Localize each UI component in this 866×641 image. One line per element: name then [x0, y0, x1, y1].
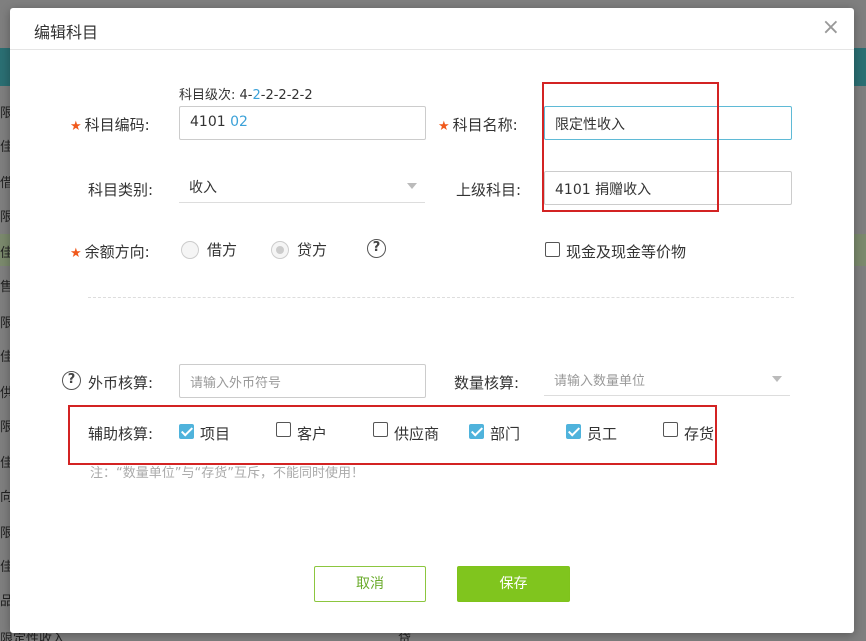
chevron-down-icon [407, 183, 417, 189]
direction-label-wrap: ★余额方向: [70, 241, 150, 262]
currency-label: 外币核算: [88, 372, 153, 393]
quantity-label: 数量核算: [454, 372, 519, 393]
close-icon[interactable]: × [822, 17, 840, 39]
currency-help-icon[interactable]: ? [62, 371, 81, 390]
dialog-title: 编辑科目 [34, 19, 98, 43]
radio-credit[interactable] [271, 241, 289, 259]
cash-equiv-label: 现金及现金等价物 [566, 241, 686, 262]
code-prefix: 4101 [190, 114, 226, 130]
category-select[interactable]: 收入 [179, 171, 425, 203]
parent-label: 上级科目: [456, 179, 521, 200]
radio-credit-label: 贷方 [297, 239, 327, 260]
radio-debit-label: 借方 [207, 239, 237, 260]
required-star-icon: ★ [70, 246, 82, 261]
direction-label: 余额方向: [85, 243, 150, 261]
highlight-box-aux [68, 405, 717, 465]
required-star-icon: ★ [438, 119, 450, 134]
code-level-hint: 科目级次: 4-2-2-2-2-2 [179, 84, 313, 103]
edit-account-dialog: 编辑科目 × 科目级次: 4-2-2-2-2-2 ★科目编码: 4101 02 … [10, 8, 854, 633]
code-level-hint-suffix: -2-2-2-2 [261, 88, 313, 103]
quantity-select[interactable]: 请输入数量单位 [544, 364, 790, 396]
cancel-button[interactable]: 取消 [314, 566, 426, 602]
highlight-box-name [542, 82, 719, 212]
radio-debit[interactable] [181, 241, 199, 259]
category-value: 收入 [189, 180, 217, 196]
category-label: 科目类别: [88, 179, 153, 200]
help-icon[interactable]: ? [367, 239, 386, 258]
chevron-down-icon [772, 376, 782, 382]
code-level-hint-current: 2 [252, 88, 260, 103]
name-label: 科目名称: [453, 116, 518, 134]
section-divider [88, 297, 794, 298]
code-level-hint-prefix: 科目级次: 4- [179, 88, 252, 103]
quantity-placeholder: 请输入数量单位 [554, 374, 645, 389]
code-suffix: 02 [230, 114, 248, 130]
required-star-icon: ★ [70, 119, 82, 134]
code-label-wrap: ★科目编码: [70, 114, 150, 135]
code-input[interactable]: 4101 02 [179, 106, 426, 140]
name-label-wrap: ★科目名称: [438, 114, 518, 135]
currency-input[interactable]: 请输入外币符号 [179, 364, 426, 398]
code-label: 科目编码: [85, 116, 150, 134]
cash-equiv-checkbox[interactable] [545, 242, 560, 257]
save-button[interactable]: 保存 [457, 566, 570, 602]
dialog-header: 编辑科目 × [10, 8, 854, 50]
